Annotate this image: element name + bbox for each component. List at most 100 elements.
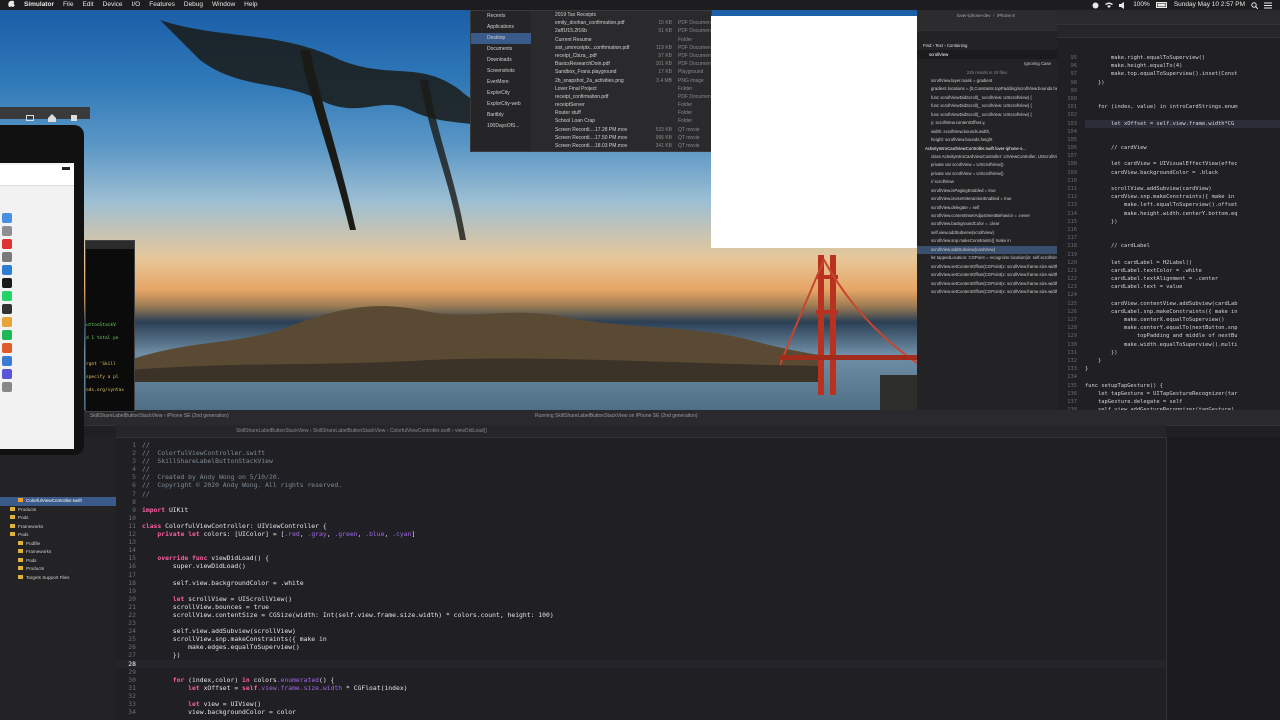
find-result-row[interactable]: self.view.addSubview(scrollView)	[917, 229, 1057, 237]
find-result-row[interactable]: scrollView.setContentOffset(CGPoint(x: s…	[917, 288, 1057, 296]
record-icon[interactable]	[1092, 2, 1099, 9]
finder-file-row[interactable]: Screen Recordi....17.50 PM.mov 995 KB QT m…	[535, 134, 711, 142]
find-result-row[interactable]: gradient.locations = [0,Constants.topPad…	[917, 85, 1057, 93]
app-dock-icon[interactable]	[2, 252, 12, 262]
xcode-dock-icon[interactable]	[2, 265, 12, 275]
device-selector[interactable]: iPhone 8	[997, 13, 1015, 18]
find-result-row[interactable]: scrollView.layer.mask = gradient	[917, 77, 1057, 85]
sidebar-item-documents[interactable]: Documents	[471, 44, 531, 55]
menu-device[interactable]: Device	[103, 0, 123, 10]
find-result-row[interactable]: class ActivityIntroCardViewController: U…	[917, 153, 1057, 161]
menu-features[interactable]: Features	[149, 0, 175, 10]
finder-file-row[interactable]: sist_umreceiptx...confirmation.pdf 119 KB…	[535, 44, 711, 52]
find-label[interactable]: Find	[923, 43, 931, 48]
menu-debug[interactable]: Debug	[184, 0, 203, 10]
menu-clock[interactable]: Sunday May 10 2:57 PM	[1174, 0, 1245, 10]
finder-file-row[interactable]: receipt_Cbiza_.pdf 57 KB PDF Document	[535, 52, 711, 60]
run-destination[interactable]: SkillShareLabelButtonStackView › iPhone …	[90, 413, 229, 419]
finder-file-row[interactable]: Lover Final Project Folder	[535, 85, 711, 93]
finder-file-row[interactable]: receipt_confirmation.pdf PDF Document	[535, 93, 711, 101]
finder-dock-icon[interactable]	[2, 213, 12, 223]
ignoring-case-toggle[interactable]: Ignoring Case	[1024, 59, 1051, 68]
crumb-symbol[interactable]: viewDidLoad()	[455, 428, 487, 434]
source-editor[interactable]: 1 // 2 // ColorfulViewController.swift 3 // S…	[116, 437, 1166, 720]
finder-file-row[interactable]: Router stuff Folder	[535, 109, 711, 117]
finder-file-row[interactable]: 2b_snapshot_2a_activities.png 3.4 MB PNG i…	[535, 77, 711, 85]
crumb-project[interactable]: SkillShareLabelButtonStackView	[116, 428, 308, 434]
navigator-item[interactable]: Targets Support Files	[0, 574, 116, 583]
app-dock-icon[interactable]	[2, 356, 12, 366]
messages-dock-icon[interactable]	[2, 291, 12, 301]
sidebar-item-applications[interactable]: Applications	[471, 22, 531, 33]
find-result-row[interactable]: scrollView.delegate = self	[917, 204, 1057, 212]
finder-file-row[interactable]: Screen Recordi....17.28 PM.mov 533 KB QT m…	[535, 126, 711, 134]
sidebar-item-baritbly[interactable]: Baritbly	[471, 110, 531, 121]
find-result-row[interactable]: scrollView.setContentOffset(CGPoint(x: s…	[917, 263, 1057, 271]
finder-file-row[interactable]: receiptServer Folder	[535, 101, 711, 109]
calendar-dock-icon[interactable]	[2, 239, 12, 249]
find-result-row[interactable]: scrollView.setContentOffset(CGPoint(x: s…	[917, 280, 1057, 288]
find-result-row[interactable]: scrollView.isUserInteractionEnabled = tr…	[917, 195, 1057, 203]
find-result-row[interactable]: private var scrollView = UIScrollView()	[917, 170, 1057, 178]
find-result-row[interactable]: scrollView.contentInsetAdjustmentBehavio…	[917, 212, 1057, 220]
sidebar-item-explorcity[interactable]: ExplorCity	[471, 88, 531, 99]
finder-file-row[interactable]: BasicsResearchDoin.pdf 101 KB PDF Document	[535, 60, 711, 68]
finder-file-row[interactable]: 2019 Tax Receipts	[535, 11, 711, 19]
finder-file-row[interactable]: School Loan Crap Folder	[535, 117, 711, 125]
volume-icon[interactable]	[1119, 1, 1127, 9]
trash-dock-icon[interactable]	[2, 382, 12, 392]
sidebar-item-screenshots[interactable]: Screenshots	[471, 66, 531, 77]
sidebar-item-evermore[interactable]: EverMore	[471, 77, 531, 88]
spotlight-icon[interactable]	[1251, 1, 1258, 9]
menu-help[interactable]: Help	[244, 0, 257, 10]
navigator-item[interactable]: Pods	[0, 514, 116, 523]
find-result-row[interactable]: // scrollView	[917, 178, 1057, 186]
find-result-row[interactable]: width: scrollView.bounds.width,	[917, 128, 1057, 136]
navigator-item[interactable]: Podfile	[0, 540, 116, 549]
app-dock-icon[interactable]	[2, 369, 12, 379]
find-result-row[interactable]: scrollView.addSubview(cardView)	[917, 245, 1057, 255]
find-result-row[interactable]: func scrollViewDidScroll(_ scrollView: U…	[917, 111, 1057, 119]
sidebar-item-downloads[interactable]: Downloads	[471, 55, 531, 66]
find-result-file[interactable]: ActivityIntroCardViewController.swift lo…	[917, 145, 1057, 153]
find-mode-text[interactable]: Text	[935, 43, 943, 48]
control-center-icon[interactable]	[1264, 2, 1272, 9]
app-dock-icon[interactable]	[2, 343, 12, 353]
find-result-row[interactable]: func scrollViewDidScroll(_ scrollView: U…	[917, 102, 1057, 110]
navigator-item[interactable]: ColorfulViewController.swift	[0, 497, 116, 506]
find-result-row[interactable]: func scrollViewDidScroll(_ scrollView: U…	[917, 94, 1057, 102]
find-result-row[interactable]: y: scrollView.contentOffset.y,	[917, 119, 1057, 127]
battery-icon[interactable]	[1155, 2, 1168, 8]
menu-edit[interactable]: Edit	[82, 0, 93, 10]
find-result-row[interactable]: height: scrollView.bounds.height	[917, 136, 1057, 144]
finder-file-row[interactable]: Screen Recordi....18.23 PM.mov265 KBQT m…	[535, 150, 711, 151]
menu-file[interactable]: File	[63, 0, 73, 10]
blank-window[interactable]	[711, 16, 917, 248]
sidebar-item-100days[interactable]: 100DaysOfS...	[471, 121, 531, 132]
finder-file-row[interactable]: Sandbox_Frans.playground 17 KB Playground	[535, 68, 711, 76]
launchpad-dock-icon[interactable]	[2, 226, 12, 236]
find-result-row[interactable]: scrollView.setContentOffset(CGPoint(x: s…	[917, 271, 1057, 279]
finder-file-row[interactable]: 2aff1f15.2f16b 51 KB PDF Document	[535, 27, 711, 35]
menu-window[interactable]: Window	[212, 0, 235, 10]
app-dock-icon[interactable]	[2, 317, 12, 327]
app-dock-icon[interactable]	[2, 304, 12, 314]
navigator-item[interactable]: Frameworks	[0, 523, 116, 532]
spotify-dock-icon[interactable]	[2, 330, 12, 340]
find-result-row[interactable]: scrollView.snp.makeConstraints({ make in	[917, 237, 1057, 245]
menu-app-name[interactable]: Simulator	[24, 0, 54, 10]
navigator-item[interactable]: Pods	[0, 531, 116, 540]
crumb-file[interactable]: ColorfulViewController.swift	[390, 428, 451, 434]
scheme-selector[interactable]: lover-iphone-dev	[957, 13, 991, 18]
sidebar-item-explorcity-web[interactable]: ExplorCity-web	[471, 99, 531, 110]
finder-file-row[interactable]: emily_doohan_confirmation.pdf 15 KB PDF Do…	[535, 19, 711, 27]
find-mode-containing[interactable]: Containing	[947, 43, 968, 48]
navigator-item[interactable]: Frameworks	[0, 548, 116, 557]
menu-io[interactable]: I/O	[132, 0, 141, 10]
sidebar-item-desktop[interactable]: Desktop	[471, 33, 531, 44]
navigator-item[interactable]: Products	[0, 506, 116, 515]
sidebar-item-recents[interactable]: Recents	[471, 11, 531, 22]
navigator-item[interactable]: Products	[0, 565, 116, 574]
find-result-row[interactable]: scrollView.isPagingEnabled = true	[917, 187, 1057, 195]
minimap[interactable]	[1166, 437, 1280, 720]
